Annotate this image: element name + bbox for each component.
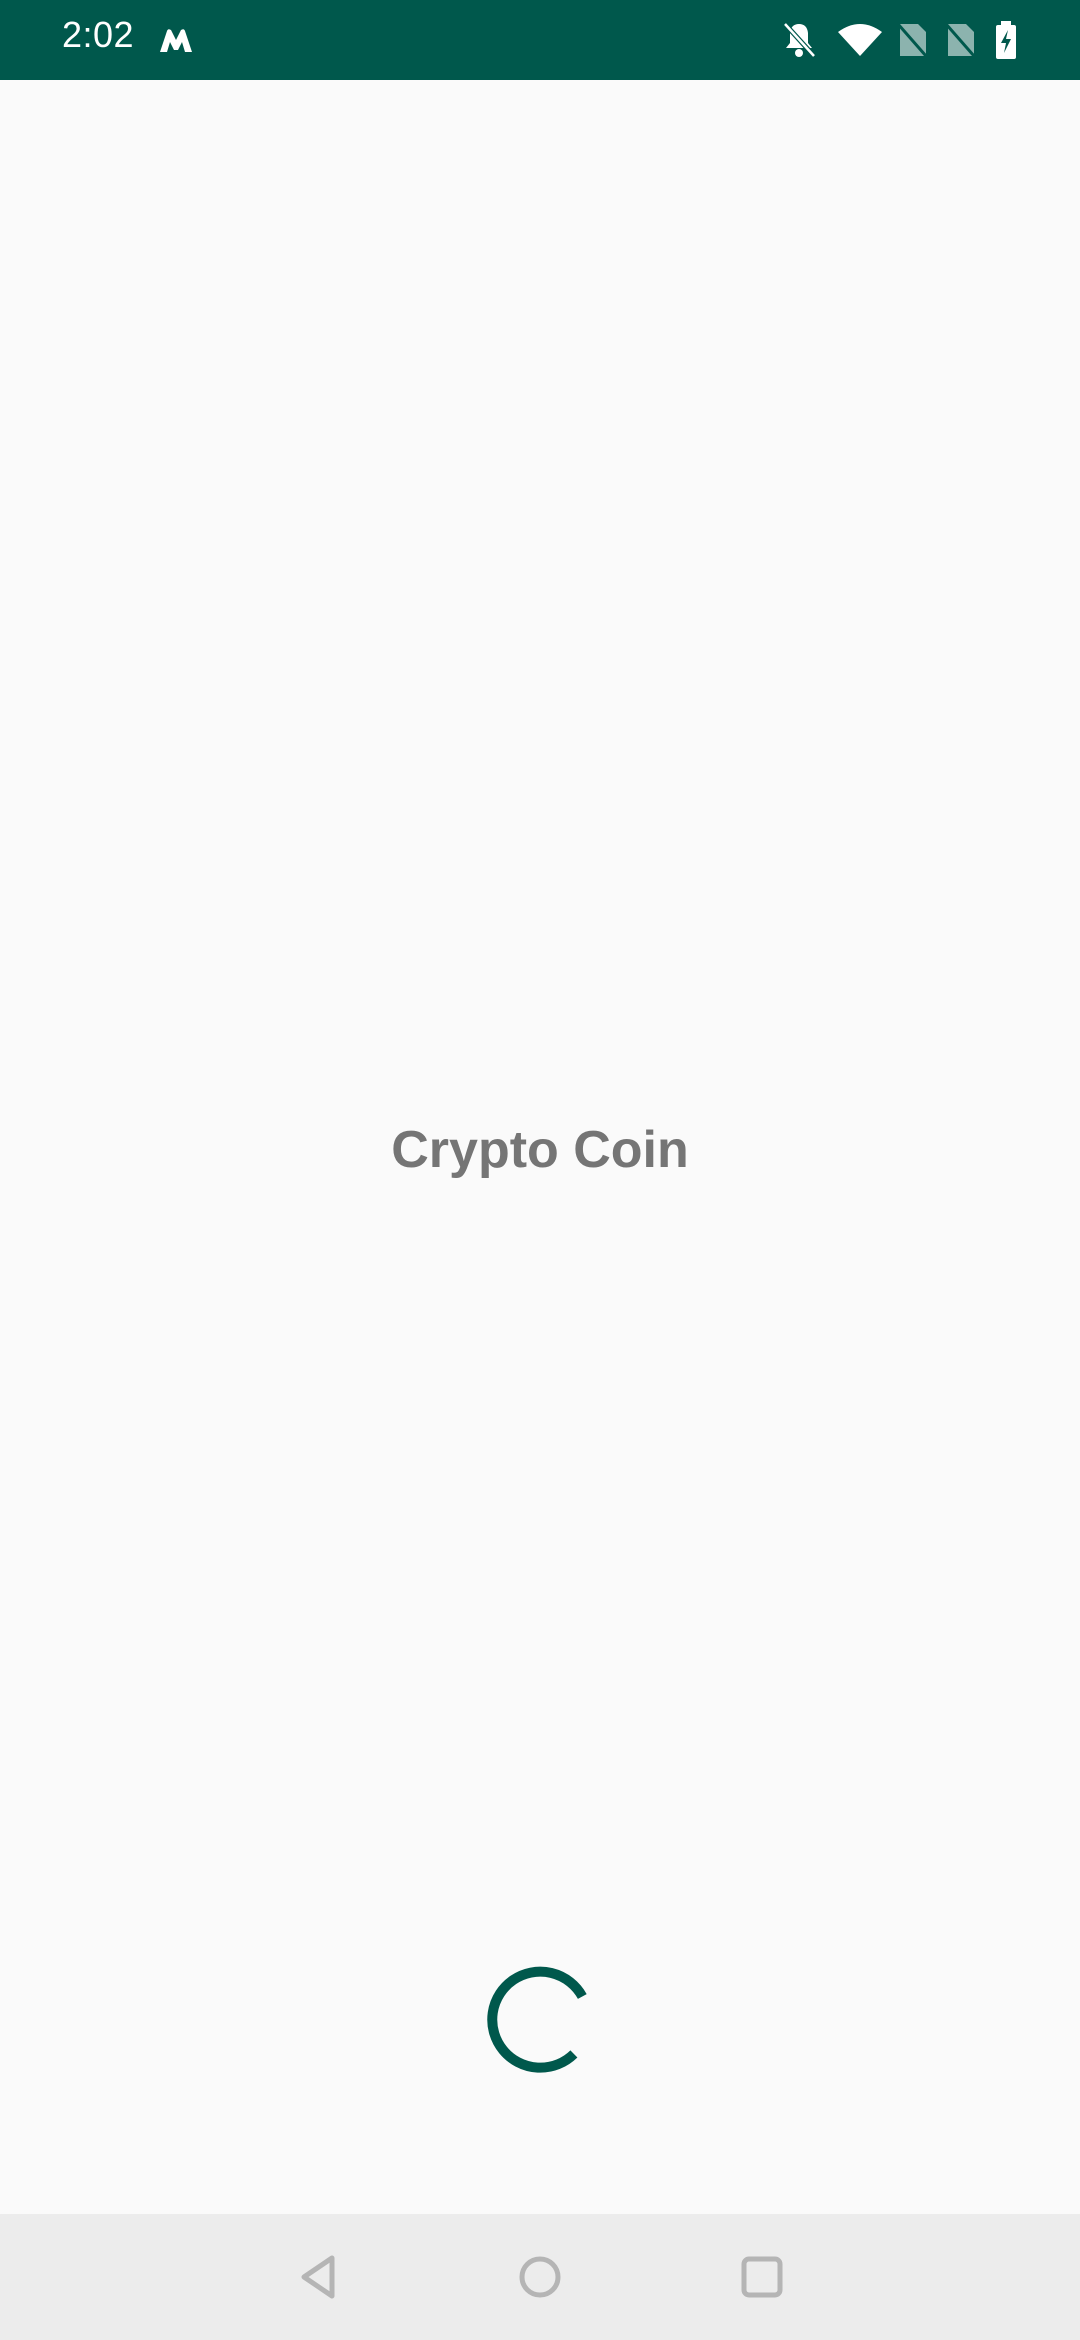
home-icon: [519, 2256, 561, 2298]
navigation-bar: [0, 2214, 1080, 2340]
sim-no-signal-icon: [944, 23, 976, 57]
back-icon: [301, 2255, 335, 2299]
app-name-title: Crypto Coin: [391, 1121, 689, 1179]
notifications-muted-icon: [783, 22, 816, 58]
status-bar: 2:02: [0, 0, 1080, 80]
app-logo-icon: [160, 29, 192, 52]
home-button[interactable]: [513, 2250, 567, 2304]
splash-screen: 2:02 Crypto Coin: [0, 0, 1080, 2340]
recents-icon: [741, 2256, 783, 2298]
status-time: 2:02: [62, 14, 135, 55]
loading-spinner: [487, 1966, 587, 2073]
battery-charging-icon: [996, 21, 1016, 59]
sim-no-signal-icon: [896, 23, 928, 57]
wifi-icon: [838, 24, 882, 56]
back-button[interactable]: [294, 2250, 348, 2304]
recents-button[interactable]: [735, 2250, 789, 2304]
